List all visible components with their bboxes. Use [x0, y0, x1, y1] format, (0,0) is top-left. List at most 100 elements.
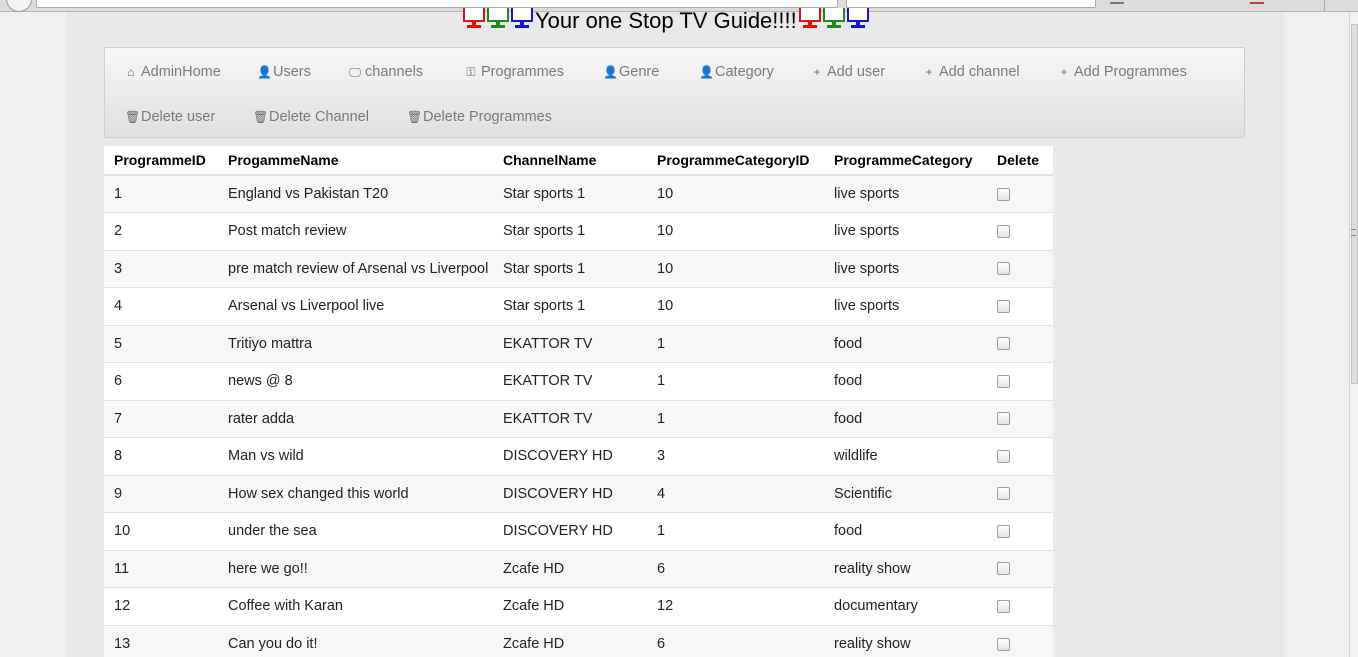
nav-add-user[interactable]: + Add user [811, 62, 885, 82]
nav-label: Delete user [141, 109, 216, 125]
table-header-row: ProgrammeID ProgammeName ChannelName Progra… [104, 146, 1053, 176]
plus-icon: + [1060, 65, 1068, 79]
cell-name: rater adda [218, 399, 493, 438]
column-header: ProgrammeCategoryID [647, 146, 824, 176]
delete-checkbox[interactable] [997, 412, 1010, 426]
cell-id: 9 [104, 474, 218, 513]
page-title-text: Your one Stop TV Guide!!!! [535, 8, 797, 33]
cell-channel: DISCOVERY HD [493, 474, 647, 513]
cell-name: here we go!! [218, 549, 493, 588]
cell-category: food [824, 362, 987, 400]
nav-delete-channel[interactable]: 🗑 Delete Channel [253, 107, 369, 127]
nav-genre[interactable]: 👤 Genre [603, 62, 659, 82]
cell-category: food [824, 324, 987, 363]
cell-id: 4 [104, 287, 218, 325]
column-header: ProgammeName [218, 146, 493, 176]
cell-channel: DISCOVERY HD [493, 512, 647, 550]
nav-label: Add Programmes [1074, 64, 1187, 80]
nav-delete-programmes[interactable]: 🗑 Delete Programmes [407, 107, 552, 127]
cell-name: Tritiyo mattra [218, 324, 493, 363]
cell-cat_id: 12 [647, 587, 824, 625]
delete-checkbox[interactable] [997, 562, 1010, 576]
cell-id: 5 [104, 324, 218, 363]
nav-label: Users [273, 64, 311, 80]
cell-delete [987, 587, 1053, 625]
cell-id: 6 [104, 362, 218, 400]
delete-checkbox[interactable] [997, 487, 1010, 501]
table-row: 1 England vs Pakistan T20 Star sports 1 10 l… [104, 174, 1053, 213]
delete-checkbox[interactable] [997, 224, 1010, 238]
nav-label: AdminHome [141, 64, 221, 80]
cell-delete [987, 324, 1053, 363]
toolbar-icon[interactable] [1250, 0, 1264, 4]
delete-checkbox[interactable] [997, 187, 1010, 201]
trash-icon: 🗑 [253, 110, 269, 124]
table-row: 12 Coffee with Karan Zcafe HD 12 documentary [104, 587, 1053, 625]
nav-add-channel[interactable]: + Add channel [923, 62, 1019, 82]
cell-delete [987, 549, 1053, 588]
cell-cat_id: 3 [647, 437, 824, 475]
table-row: 2 Post match review Star sports 1 10 live sp… [104, 212, 1053, 250]
nav-channels[interactable]: 🖵 channels [349, 62, 423, 82]
cell-id: 13 [104, 624, 218, 657]
scrollbar-thumb[interactable] [1351, 24, 1358, 384]
table-row: 3 pre match review of Arsenal vs Liverpoo… [104, 249, 1053, 288]
delete-checkbox[interactable] [997, 337, 1010, 351]
cell-name: news @ 8 [218, 362, 493, 400]
delete-checkbox[interactable] [997, 599, 1010, 613]
cell-cat_id: 10 [647, 287, 824, 325]
cell-category: food [824, 399, 987, 438]
toolbar-icon[interactable] [1110, 0, 1124, 4]
cell-cat_id: 6 [647, 549, 824, 588]
trash-icon: 🗑 [125, 110, 141, 124]
cell-channel: Star sports 1 [493, 212, 647, 250]
address-bar[interactable] [36, 0, 838, 8]
trash-icon: 🗑 [407, 110, 423, 124]
table-row: 10 under the sea DISCOVERY HD 1 food [104, 512, 1053, 550]
browser-search-field[interactable] [846, 0, 1096, 8]
cell-delete [987, 624, 1053, 657]
table-row: 7 rater adda EKATTOR TV 1 food [104, 399, 1053, 438]
cell-category: live sports [824, 287, 987, 325]
cell-cat_id: 10 [647, 249, 824, 288]
nav-delete-user[interactable]: 🗑 Delete user [125, 107, 215, 127]
column-header: ChannelName [493, 146, 647, 176]
delete-checkbox[interactable] [997, 299, 1010, 313]
cell-id: 12 [104, 587, 218, 625]
back-button[interactable] [6, 0, 32, 12]
cell-name: How sex changed this world [218, 474, 493, 513]
cell-cat_id: 10 [647, 212, 824, 250]
nav-category[interactable]: 👤 Category [699, 62, 774, 82]
cell-channel: Star sports 1 [493, 174, 647, 213]
scrollbar[interactable] [1349, 12, 1358, 657]
cell-id: 2 [104, 212, 218, 250]
toolbar-divider [1324, 0, 1325, 12]
monitor-icon: 🖵 [349, 64, 361, 79]
delete-checkbox[interactable] [997, 449, 1010, 463]
cell-channel: Star sports 1 [493, 287, 647, 325]
nav-label: Programmes [481, 64, 564, 80]
cell-channel: EKATTOR TV [493, 362, 647, 400]
delete-checkbox[interactable] [997, 374, 1010, 388]
cell-delete [987, 249, 1053, 288]
delete-checkbox[interactable] [997, 637, 1010, 651]
cell-category: wildlife [824, 437, 987, 475]
page-title: Your one Stop TV Guide!!!! [462, 8, 870, 38]
nav-adminhome[interactable]: ⌂ AdminHome [125, 62, 221, 82]
cell-category: reality show [824, 549, 987, 588]
cell-channel: EKATTOR TV [493, 324, 647, 363]
delete-checkbox[interactable] [997, 262, 1010, 276]
nav-label: Category [715, 64, 774, 80]
nav-add-programmes[interactable]: + Add Programmes [1058, 62, 1187, 82]
plus-icon: + [813, 65, 821, 79]
nav-users[interactable]: 👤 Users [257, 62, 311, 82]
cell-name: Man vs wild [218, 437, 493, 475]
table-row: 13 Can you do it! Zcafe HD 6 reality show [104, 624, 1053, 657]
cell-name: Arsenal vs Liverpool live [218, 287, 493, 325]
cell-name: under the sea [218, 512, 493, 550]
cell-cat_id: 10 [647, 174, 824, 213]
cell-cat_id: 1 [647, 399, 824, 438]
delete-checkbox[interactable] [997, 524, 1010, 538]
nav-programmes[interactable]: ⚿ Programmes [465, 62, 564, 82]
cell-id: 11 [104, 549, 218, 588]
